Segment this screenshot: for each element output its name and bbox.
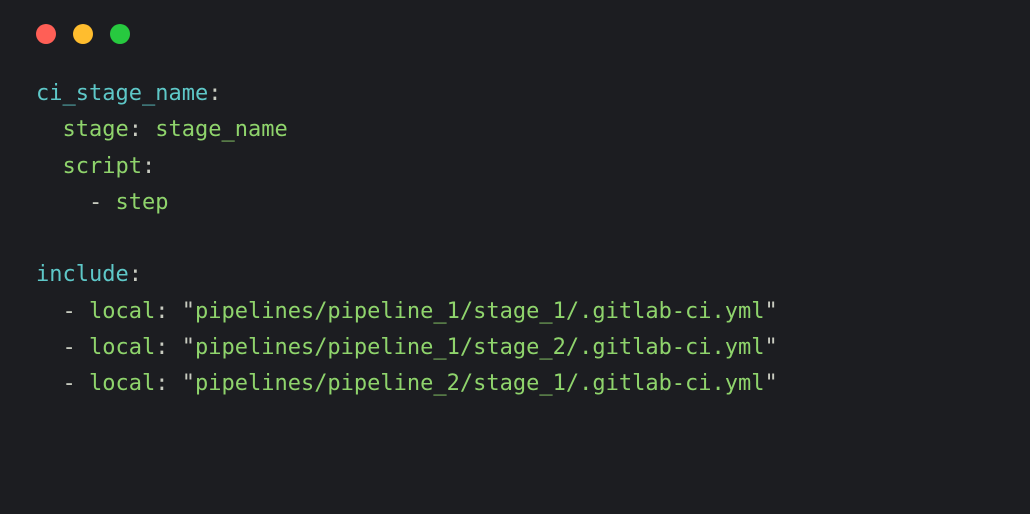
colon: : bbox=[129, 262, 142, 287]
yaml-key-local: local bbox=[89, 299, 155, 324]
quote: " bbox=[765, 371, 778, 396]
colon: : bbox=[208, 81, 221, 106]
quote: " bbox=[765, 335, 778, 360]
colon: : bbox=[129, 117, 142, 142]
minimize-icon[interactable] bbox=[73, 24, 93, 44]
colon: : bbox=[155, 299, 168, 324]
yaml-value-path: pipelines/pipeline_2/stage_1/.gitlab-ci.… bbox=[195, 371, 765, 396]
yaml-value-path: pipelines/pipeline_1/stage_2/.gitlab-ci.… bbox=[195, 335, 765, 360]
list-dash: - bbox=[63, 299, 90, 324]
yaml-value-path: pipelines/pipeline_1/stage_1/.gitlab-ci.… bbox=[195, 299, 765, 324]
yaml-key-local: local bbox=[89, 371, 155, 396]
yaml-key-local: local bbox=[89, 335, 155, 360]
yaml-key-job: ci_stage_name bbox=[36, 81, 208, 106]
yaml-value-step: step bbox=[115, 190, 168, 215]
quote: " bbox=[182, 335, 195, 360]
quote: " bbox=[765, 299, 778, 324]
close-icon[interactable] bbox=[36, 24, 56, 44]
list-dash: - bbox=[89, 190, 116, 215]
yaml-key-stage: stage bbox=[63, 117, 129, 142]
yaml-key-include: include bbox=[36, 262, 129, 287]
colon: : bbox=[142, 154, 155, 179]
code-block: ci_stage_name: stage: stage_name script:… bbox=[0, 44, 1030, 403]
colon: : bbox=[155, 371, 168, 396]
list-dash: - bbox=[63, 335, 90, 360]
quote: " bbox=[182, 299, 195, 324]
yaml-key-script: script bbox=[63, 154, 142, 179]
colon: : bbox=[155, 335, 168, 360]
list-dash: - bbox=[63, 371, 90, 396]
maximize-icon[interactable] bbox=[110, 24, 130, 44]
quote: " bbox=[182, 371, 195, 396]
yaml-value-stage: stage_name bbox=[155, 117, 287, 142]
window-controls bbox=[0, 0, 1030, 44]
